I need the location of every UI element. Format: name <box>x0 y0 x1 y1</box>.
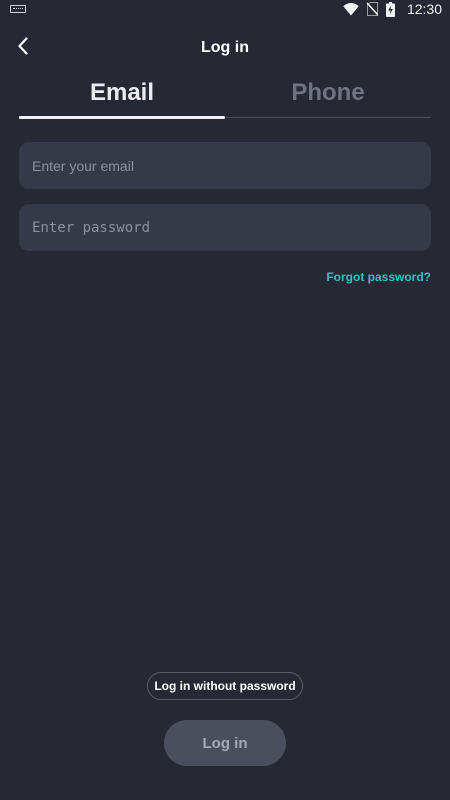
email-input[interactable] <box>19 142 431 189</box>
password-input[interactable] <box>19 204 431 251</box>
tab-phone[interactable]: Phone <box>225 68 431 117</box>
login-button[interactable]: Log in <box>164 720 286 766</box>
battery-charging-icon <box>385 1 395 17</box>
forgot-password-link[interactable]: Forgot password? <box>326 270 431 284</box>
status-bar: 12:30 <box>0 0 450 18</box>
status-icons: 12:30 <box>343 1 442 17</box>
wifi-icon <box>343 2 359 16</box>
tab-email[interactable]: Email <box>19 68 225 119</box>
back-button[interactable] <box>8 32 38 64</box>
header: Log in <box>0 30 450 66</box>
login-method-tabs: Email Phone <box>19 68 431 119</box>
status-time: 12:30 <box>406 1 442 17</box>
no-sim-icon <box>366 2 378 16</box>
chevron-left-icon <box>17 36 29 60</box>
passwordless-login-button[interactable]: Log in without password <box>147 672 303 700</box>
page-title: Log in <box>201 39 249 56</box>
keyboard-icon <box>10 5 26 13</box>
